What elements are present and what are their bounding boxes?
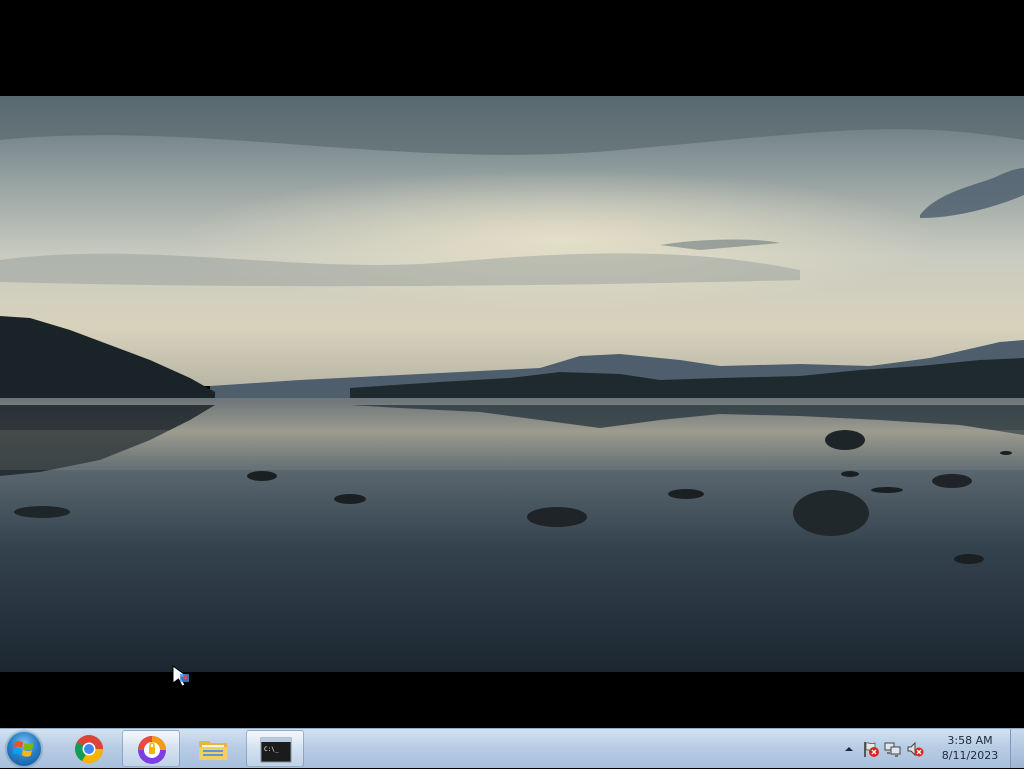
mouse-cursor-icon [172,665,190,687]
clock-time: 3:58 AM [947,734,993,747]
clock[interactable]: 3:58 AM 8/11/2023 [938,733,1002,763]
lake-landscape-wallpaper [0,0,1024,728]
browser-app-icon [138,736,166,764]
taskbar-file-explorer-button[interactable] [184,730,242,767]
svg-text:C:\_: C:\_ [264,746,279,753]
system-tray: 3:58 AM 8/11/2023 [834,729,1024,769]
folder-icon [199,741,227,760]
volume-muted-icon[interactable] [906,740,924,758]
start-button[interactable] [6,731,42,767]
network-icon[interactable] [884,740,902,758]
desktop[interactable] [0,0,1024,728]
taskbar-chrome-button[interactable] [60,730,118,767]
clock-date: 8/11/2023 [941,749,999,762]
windows-logo-icon [13,741,34,757]
taskbar-browser-app-button[interactable] [122,730,180,767]
chrome-icon [75,735,103,763]
taskbar: C:\_ 3:58 AM 8/11/2023 [0,728,1024,768]
taskbar-command-prompt-button[interactable]: C:\_ [246,730,304,767]
show-desktop-button[interactable] [1010,729,1024,768]
action-center-flag-icon[interactable] [862,740,880,758]
show-hidden-icons-arrow[interactable] [840,740,858,758]
cmd-icon: C:\_ [260,737,292,763]
